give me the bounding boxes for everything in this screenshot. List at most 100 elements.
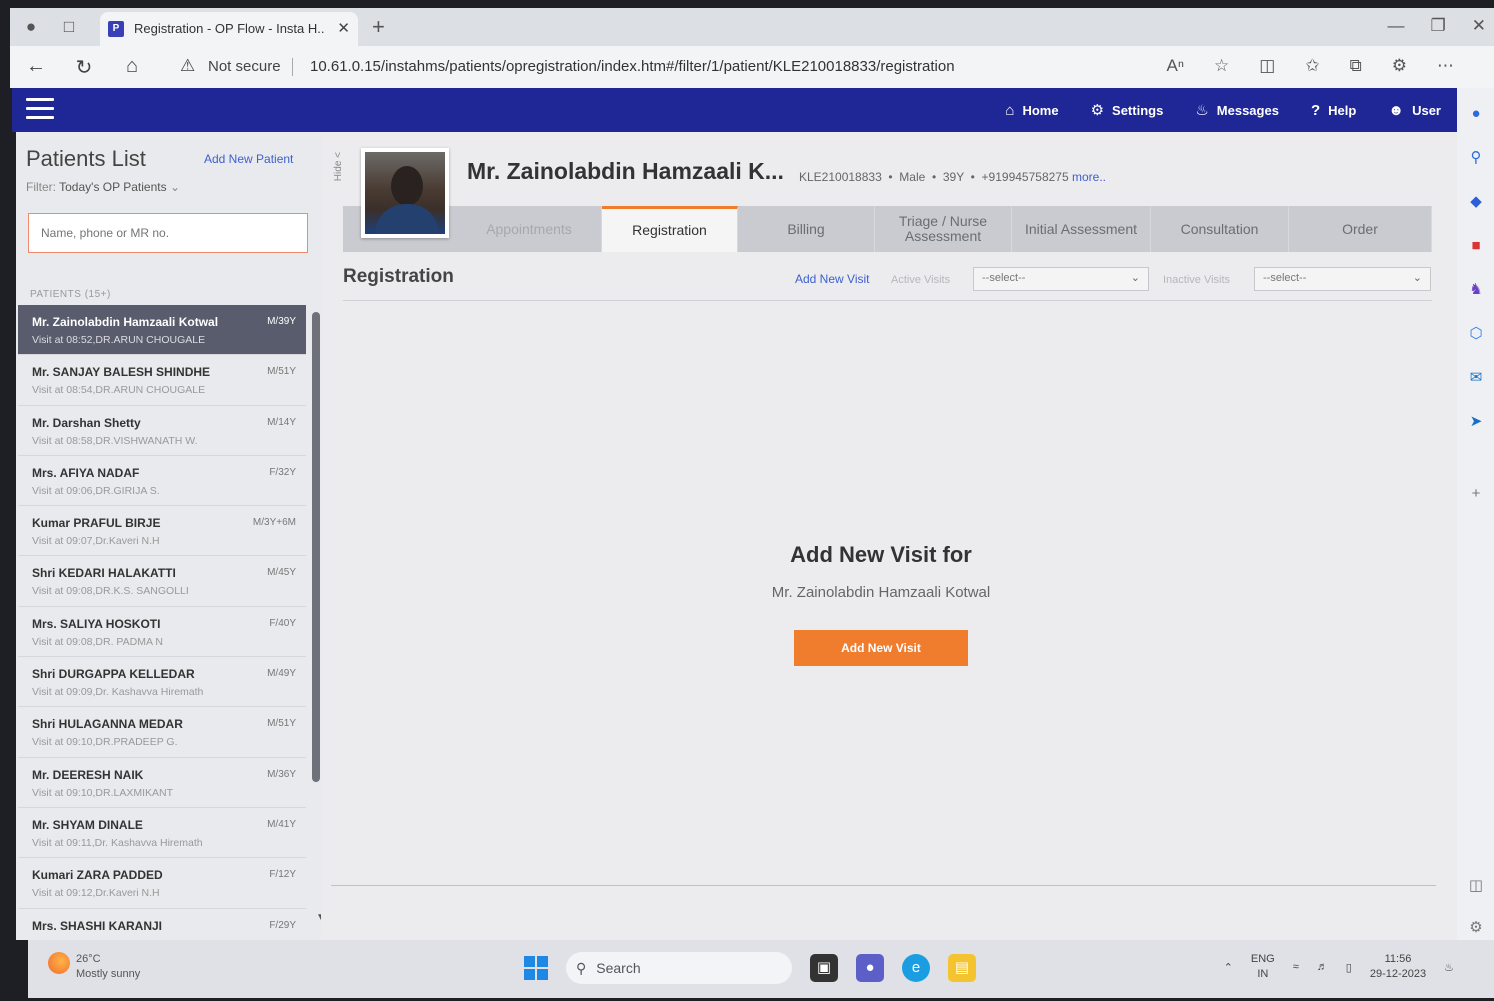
close-icon[interactable]: ✕	[337, 19, 350, 37]
task-view-icon[interactable]: ▣	[810, 954, 838, 982]
nav-settings[interactable]: ⚙ Settings	[1091, 101, 1164, 119]
weather-widget[interactable]: 26°C Mostly sunny	[48, 952, 140, 982]
tab-appointments[interactable]: Appointments	[457, 206, 602, 252]
patient-list-item[interactable]: Mrs. SHASHI KARANJI F/29Y	[18, 908, 306, 937]
patient-list-item[interactable]: Mr. SANJAY BALESH SHINDHE M/51Y Visit at 0…	[18, 355, 306, 406]
office-icon[interactable]: ⬡	[1466, 324, 1486, 344]
language-indicator[interactable]: ENG IN	[1251, 952, 1275, 982]
patient-list-item[interactable]: Mr. SHYAM DINALE M/41Y Visit at 09:11,Dr. …	[18, 807, 306, 859]
wifi-icon[interactable]: ≈	[1293, 961, 1299, 973]
tab-consultation[interactable]: Consultation	[1151, 206, 1289, 252]
nav-messages[interactable]: ♨ Messages	[1195, 101, 1279, 119]
sidebar-toggle-icon[interactable]: ◫	[1466, 876, 1486, 896]
favorites-icon[interactable]: ✩	[1305, 56, 1319, 76]
active-visits-label: Active Visits	[891, 274, 951, 286]
active-visits-value: --select--	[982, 272, 1026, 284]
patient-list-item[interactable]: Mrs. SALIYA HOSKOTI F/40Y Visit at 09:08,D…	[18, 606, 306, 658]
menu-icon[interactable]	[26, 98, 54, 120]
notification-icon[interactable]: ●	[1466, 104, 1486, 124]
chevron-up-icon[interactable]: ⌃	[1224, 961, 1233, 974]
patient-list-item[interactable]: Mrs. AFIYA NADAF F/32Y Visit at 09:06,DR.G…	[18, 455, 306, 507]
security-label[interactable]: Not secure	[208, 58, 281, 75]
patient-list-item[interactable]: Mr. Zainolabdin Hamzaali Kotwal M/39Y Visi…	[18, 305, 306, 356]
patient-list-item[interactable]: Shri HULAGANNA MEDAR M/51Y Visit at 09:10,…	[18, 707, 306, 758]
window-close-icon[interactable]: ✕	[1472, 16, 1486, 36]
nav-help[interactable]: ? Help	[1311, 102, 1356, 119]
patient-search-input[interactable]	[28, 213, 308, 253]
patient-filter[interactable]: Filter: Today's OP Patients ⌄	[26, 180, 180, 194]
patient-list-item[interactable]: Shri KEDARI HALAKATTI M/45Y Visit at 09:08…	[18, 556, 306, 607]
clock[interactable]: 11:56 29-12-2023	[1370, 952, 1426, 982]
nav-user[interactable]: ☻ User	[1388, 102, 1441, 119]
patient-list-item[interactable]: Kumari ZARA PADDED F/12Y Visit at 09:12,Dr…	[18, 858, 306, 909]
patient-list-age: M/14Y	[267, 416, 296, 428]
restore-icon[interactable]: ❐	[1431, 16, 1446, 36]
patient-list-item[interactable]: Shri DURGAPPA KELLEDAR M/49Y Visit at 09:0…	[18, 657, 306, 708]
send-icon[interactable]: ➤	[1466, 412, 1486, 432]
inactive-visits-value: --select--	[1263, 272, 1307, 284]
home-browser-icon[interactable]: ⌂	[118, 55, 146, 78]
patient-list-age: M/3Y+6M	[252, 517, 296, 529]
collections-icon[interactable]: ⧉	[1350, 56, 1362, 76]
extensions-icon[interactable]: ⚙	[1392, 56, 1407, 76]
add-new-visit-button[interactable]: Add New Visit	[794, 630, 968, 666]
chat-icon[interactable]: ●	[856, 954, 884, 982]
add-icon[interactable]: +	[1466, 484, 1486, 504]
active-visits-select[interactable]: --select-- ⌄	[973, 267, 1149, 291]
patient-list-age: F/29Y	[269, 919, 296, 931]
bottom-divider	[331, 885, 1436, 886]
favorite-star-icon[interactable]: ☆	[1214, 56, 1229, 76]
scrollbar[interactable]	[312, 312, 320, 782]
patient-list-visit: Visit at 09:08,DR.K.S. SANGOLLI	[32, 585, 189, 598]
tab-billing[interactable]: Billing	[738, 206, 875, 252]
taskbar-search[interactable]: ⚲ Search	[566, 952, 792, 984]
settings-gear-icon[interactable]: ⚙	[1466, 918, 1486, 938]
weather-icon	[48, 952, 70, 974]
patient-count: PATIENTS (15+)	[30, 289, 111, 300]
split-screen-icon[interactable]: ◫	[1259, 56, 1275, 76]
tab-registration[interactable]: Registration	[602, 206, 738, 252]
tab-order[interactable]: Order	[1289, 206, 1432, 252]
tag-icon[interactable]: ◆	[1466, 192, 1486, 212]
patient-list-item[interactable]: Mr. DEERESH NAIK M/36Y Visit at 09:10,DR.L…	[18, 757, 306, 808]
read-aloud-icon[interactable]: Aⁿ	[1167, 56, 1185, 76]
help-icon: ?	[1310, 101, 1321, 119]
tab-triage[interactable]: Triage / Nurse Assessment	[875, 206, 1012, 252]
add-new-patient-link[interactable]: Add New Patient	[204, 152, 293, 166]
url-text[interactable]: 10.61.0.15/instahms/patients/opregistrat…	[310, 58, 955, 75]
patient-list-item[interactable]: Kumar PRAFUL BIRJE M/3Y+6M Visit at 09:07,…	[18, 506, 306, 557]
games-icon[interactable]: ♞	[1466, 280, 1486, 300]
lang-region: IN	[1257, 968, 1269, 980]
nav-home[interactable]: ⌂ Home	[1005, 102, 1058, 119]
patient-list-item[interactable]: Mr. Darshan Shetty M/14Y Visit at 08:58,DR…	[18, 405, 306, 456]
bell-icon: ♨	[1195, 102, 1209, 119]
battery-icon[interactable]: ▯	[1346, 961, 1352, 974]
new-tab-icon[interactable]: +	[372, 14, 385, 40]
outlook-icon[interactable]: ✉	[1466, 368, 1486, 388]
patient-list-visit: Visit at 08:52,DR.ARUN CHOUGALE	[32, 334, 206, 346]
add-new-visit-link[interactable]: Add New Visit	[795, 272, 869, 286]
more-link[interactable]: more..	[1072, 170, 1106, 184]
window-controls: — ❐ ✕	[1388, 16, 1487, 36]
volume-icon[interactable]: ♬	[1317, 961, 1328, 973]
inactive-visits-select[interactable]: --select-- ⌄	[1254, 267, 1431, 291]
hide-sidebar-toggle[interactable]: Hide <	[333, 152, 344, 181]
minimize-icon[interactable]: —	[1388, 16, 1405, 36]
meta-dot: •	[888, 170, 893, 184]
refresh-icon[interactable]: ↻	[70, 55, 98, 80]
notification-bell-icon[interactable]: ♨	[1444, 961, 1454, 974]
chevron-down-icon: ⌄	[1130, 272, 1140, 284]
clock-time: 11:56	[1384, 953, 1412, 965]
profile-icon[interactable]: ●	[20, 16, 42, 38]
patient-list-visit: Visit at 09:08,DR. PADMA N	[32, 635, 163, 648]
more-icon[interactable]: ⋯	[1437, 56, 1454, 76]
toolbox-icon[interactable]: ■	[1466, 236, 1486, 256]
search-icon[interactable]: ⚲	[1466, 148, 1486, 168]
tab-actions-icon[interactable]: □	[58, 16, 80, 38]
browser-tab[interactable]: P Registration - OP Flow - Insta H... ✕	[100, 12, 358, 46]
tab-initial-assessment[interactable]: Initial Assessment	[1012, 206, 1151, 252]
file-explorer-icon[interactable]: ▤	[948, 954, 976, 982]
edge-browser-icon[interactable]: e	[902, 954, 930, 982]
back-icon[interactable]: ←	[22, 55, 50, 78]
windows-start-icon[interactable]	[524, 956, 548, 980]
